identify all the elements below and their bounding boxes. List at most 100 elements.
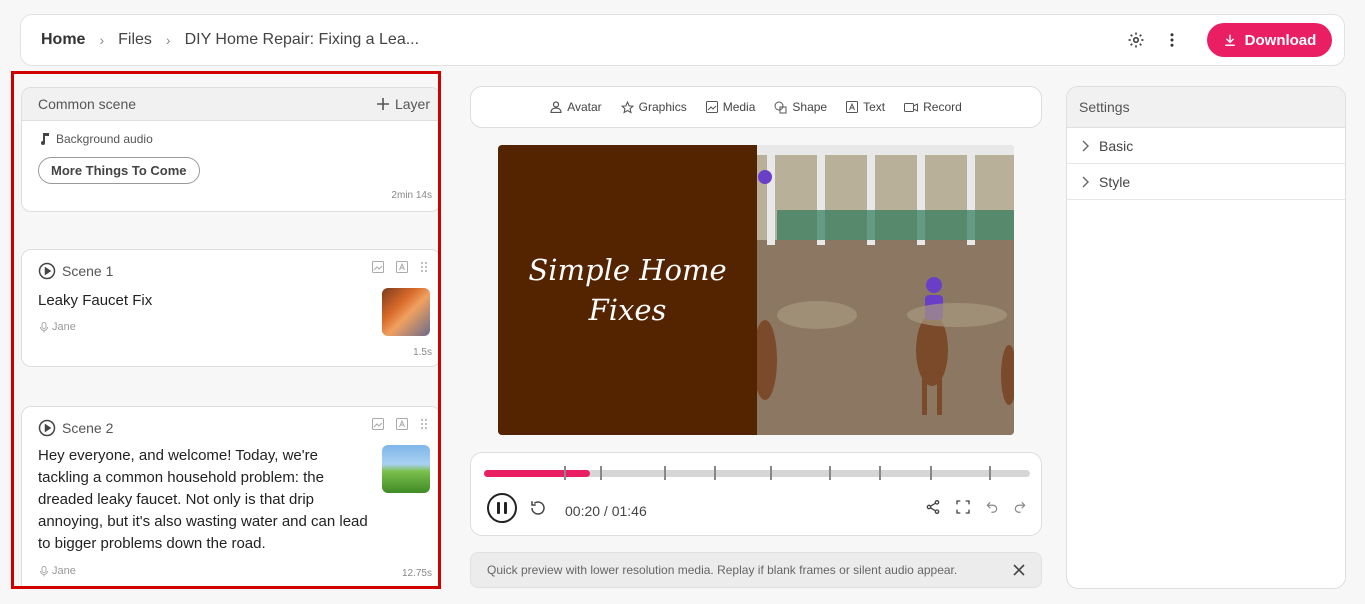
scene-marker[interactable] <box>600 466 602 480</box>
microphone-icon <box>40 565 48 576</box>
tool-label: Record <box>923 100 962 114</box>
music-note-icon <box>41 133 49 145</box>
chevron-right-icon: › <box>165 32 171 48</box>
redo-icon[interactable] <box>1013 500 1027 514</box>
add-layer-label: Layer <box>394 96 430 112</box>
preview-notice-text: Quick preview with lower resolution medi… <box>487 563 958 577</box>
replay-icon[interactable] <box>529 499 547 522</box>
pause-button[interactable] <box>487 493 517 523</box>
scene-script-text[interactable]: Hey everyone, and welcome! Today, we're … <box>38 445 368 555</box>
video-preview[interactable]: Simple Home Fixes <box>498 145 1014 435</box>
share-icon[interactable] <box>925 499 941 515</box>
settings-section-style[interactable]: Style <box>1067 164 1345 200</box>
image-icon[interactable] <box>372 261 384 273</box>
download-label: Download <box>1244 31 1317 49</box>
preview-video-frame <box>753 145 1014 435</box>
timeline-progress <box>484 470 591 477</box>
image-icon <box>705 101 718 113</box>
scene-list-panel: Common scene Layer Background audio More… <box>11 71 441 589</box>
common-scene-card[interactable]: Common scene Layer Background audio More… <box>21 87 438 212</box>
scene-header: Scene 1 <box>38 262 113 280</box>
voice-label[interactable]: Jane <box>40 321 76 333</box>
play-circle-icon[interactable] <box>38 419 56 437</box>
settings-section-label: Style <box>1099 173 1131 190</box>
breadcrumb: Home › Files › DIY Home Repair: Fixing a… <box>41 31 419 49</box>
microphone-icon <box>40 321 48 332</box>
tool-label: Text <box>863 100 886 114</box>
chevron-right-icon <box>1082 176 1089 187</box>
breadcrumb-home[interactable]: Home <box>41 31 85 49</box>
more-vertical-icon[interactable] <box>1161 29 1183 51</box>
play-circle-icon[interactable] <box>38 262 56 280</box>
scene-marker[interactable] <box>564 466 566 480</box>
top-header: Home › Files › DIY Home Repair: Fixing a… <box>20 14 1345 66</box>
close-icon[interactable] <box>1013 564 1025 576</box>
person-icon <box>550 101 562 113</box>
voice-label[interactable]: Jane <box>40 565 76 577</box>
timeline-scrubber[interactable] <box>484 466 1030 480</box>
tool-record[interactable]: Record <box>904 100 962 114</box>
fullscreen-icon[interactable] <box>955 499 971 515</box>
scene-marker[interactable] <box>879 466 881 480</box>
playback-time: 00:20 / 01:46 <box>565 503 647 519</box>
image-icon[interactable] <box>372 418 384 430</box>
preview-notice: Quick preview with lower resolution medi… <box>470 552 1042 588</box>
audio-track-pill[interactable]: More Things To Come <box>38 157 200 184</box>
scene-tools <box>372 261 428 273</box>
text-box-icon[interactable] <box>396 261 408 273</box>
tool-graphics[interactable]: Graphics <box>620 100 687 114</box>
pause-icon <box>504 502 507 514</box>
player-actions <box>925 499 1027 515</box>
plus-icon <box>376 98 389 110</box>
tool-label: Shape <box>792 100 828 114</box>
scene-tools <box>372 418 428 430</box>
tool-shape[interactable]: Shape <box>774 100 827 114</box>
common-scene-duration: 2min 14s <box>391 190 432 201</box>
playback-controls: 00:20 / 01:46 <box>470 452 1042 536</box>
tool-text[interactable]: Text <box>846 100 885 114</box>
shape-icon <box>774 101 787 113</box>
download-button[interactable]: Download <box>1207 23 1332 57</box>
scene-script-text[interactable]: Leaky Faucet Fix <box>38 290 152 312</box>
tool-label: Avatar <box>567 100 602 114</box>
scene-thumbnail[interactable] <box>382 445 430 493</box>
settings-section-basic[interactable]: Basic <box>1067 128 1345 164</box>
chevron-right-icon <box>1082 140 1089 151</box>
scene-label: Scene 1 <box>62 263 114 279</box>
drag-handle-icon[interactable] <box>420 261 428 273</box>
preview-title: Simple Home Fixes <box>528 253 727 327</box>
tool-media[interactable]: Media <box>705 100 756 114</box>
scene-label: Scene 2 <box>62 420 114 436</box>
video-camera-icon <box>904 102 919 112</box>
add-layer-button[interactable]: Layer <box>376 96 430 112</box>
drag-handle-icon[interactable] <box>420 418 428 430</box>
text-box-icon[interactable] <box>396 418 408 430</box>
voice-name: Jane <box>52 565 76 577</box>
horse-race-image <box>753 145 1014 435</box>
scene-marker[interactable] <box>714 466 716 480</box>
tool-label: Media <box>722 100 756 114</box>
scene-duration: 12.75s <box>401 568 432 579</box>
scene-card-2[interactable]: Scene 2 Hey everyone, and welcome! Today… <box>21 406 438 586</box>
undo-icon[interactable] <box>985 500 999 514</box>
background-audio-label: Background audio <box>56 132 153 146</box>
preview-title-panel: Simple Home Fixes <box>498 145 757 435</box>
pause-icon <box>497 502 500 514</box>
scene-marker[interactable] <box>989 466 991 480</box>
common-scene-header: Common scene Layer <box>22 88 438 121</box>
settings-panel: Settings Basic Style <box>1066 86 1346 589</box>
tool-avatar[interactable]: Avatar <box>550 100 602 114</box>
scene-header: Scene 2 <box>38 419 113 437</box>
scene-thumbnail[interactable] <box>382 288 430 336</box>
gear-icon[interactable] <box>1125 29 1147 51</box>
chevron-right-icon: › <box>99 32 105 48</box>
scene-marker[interactable] <box>829 466 831 480</box>
settings-section-label: Basic <box>1099 137 1134 154</box>
breadcrumb-files[interactable]: Files <box>118 31 152 49</box>
breadcrumb-current-file: DIY Home Repair: Fixing a Lea... <box>184 31 420 48</box>
scene-marker[interactable] <box>770 466 772 480</box>
scene-marker[interactable] <box>664 466 666 480</box>
scene-card-1[interactable]: Scene 1 Leaky Faucet Fix Jane 1.5s <box>21 249 438 367</box>
scene-marker[interactable] <box>930 466 932 480</box>
background-audio[interactable]: Background audio <box>40 132 153 146</box>
